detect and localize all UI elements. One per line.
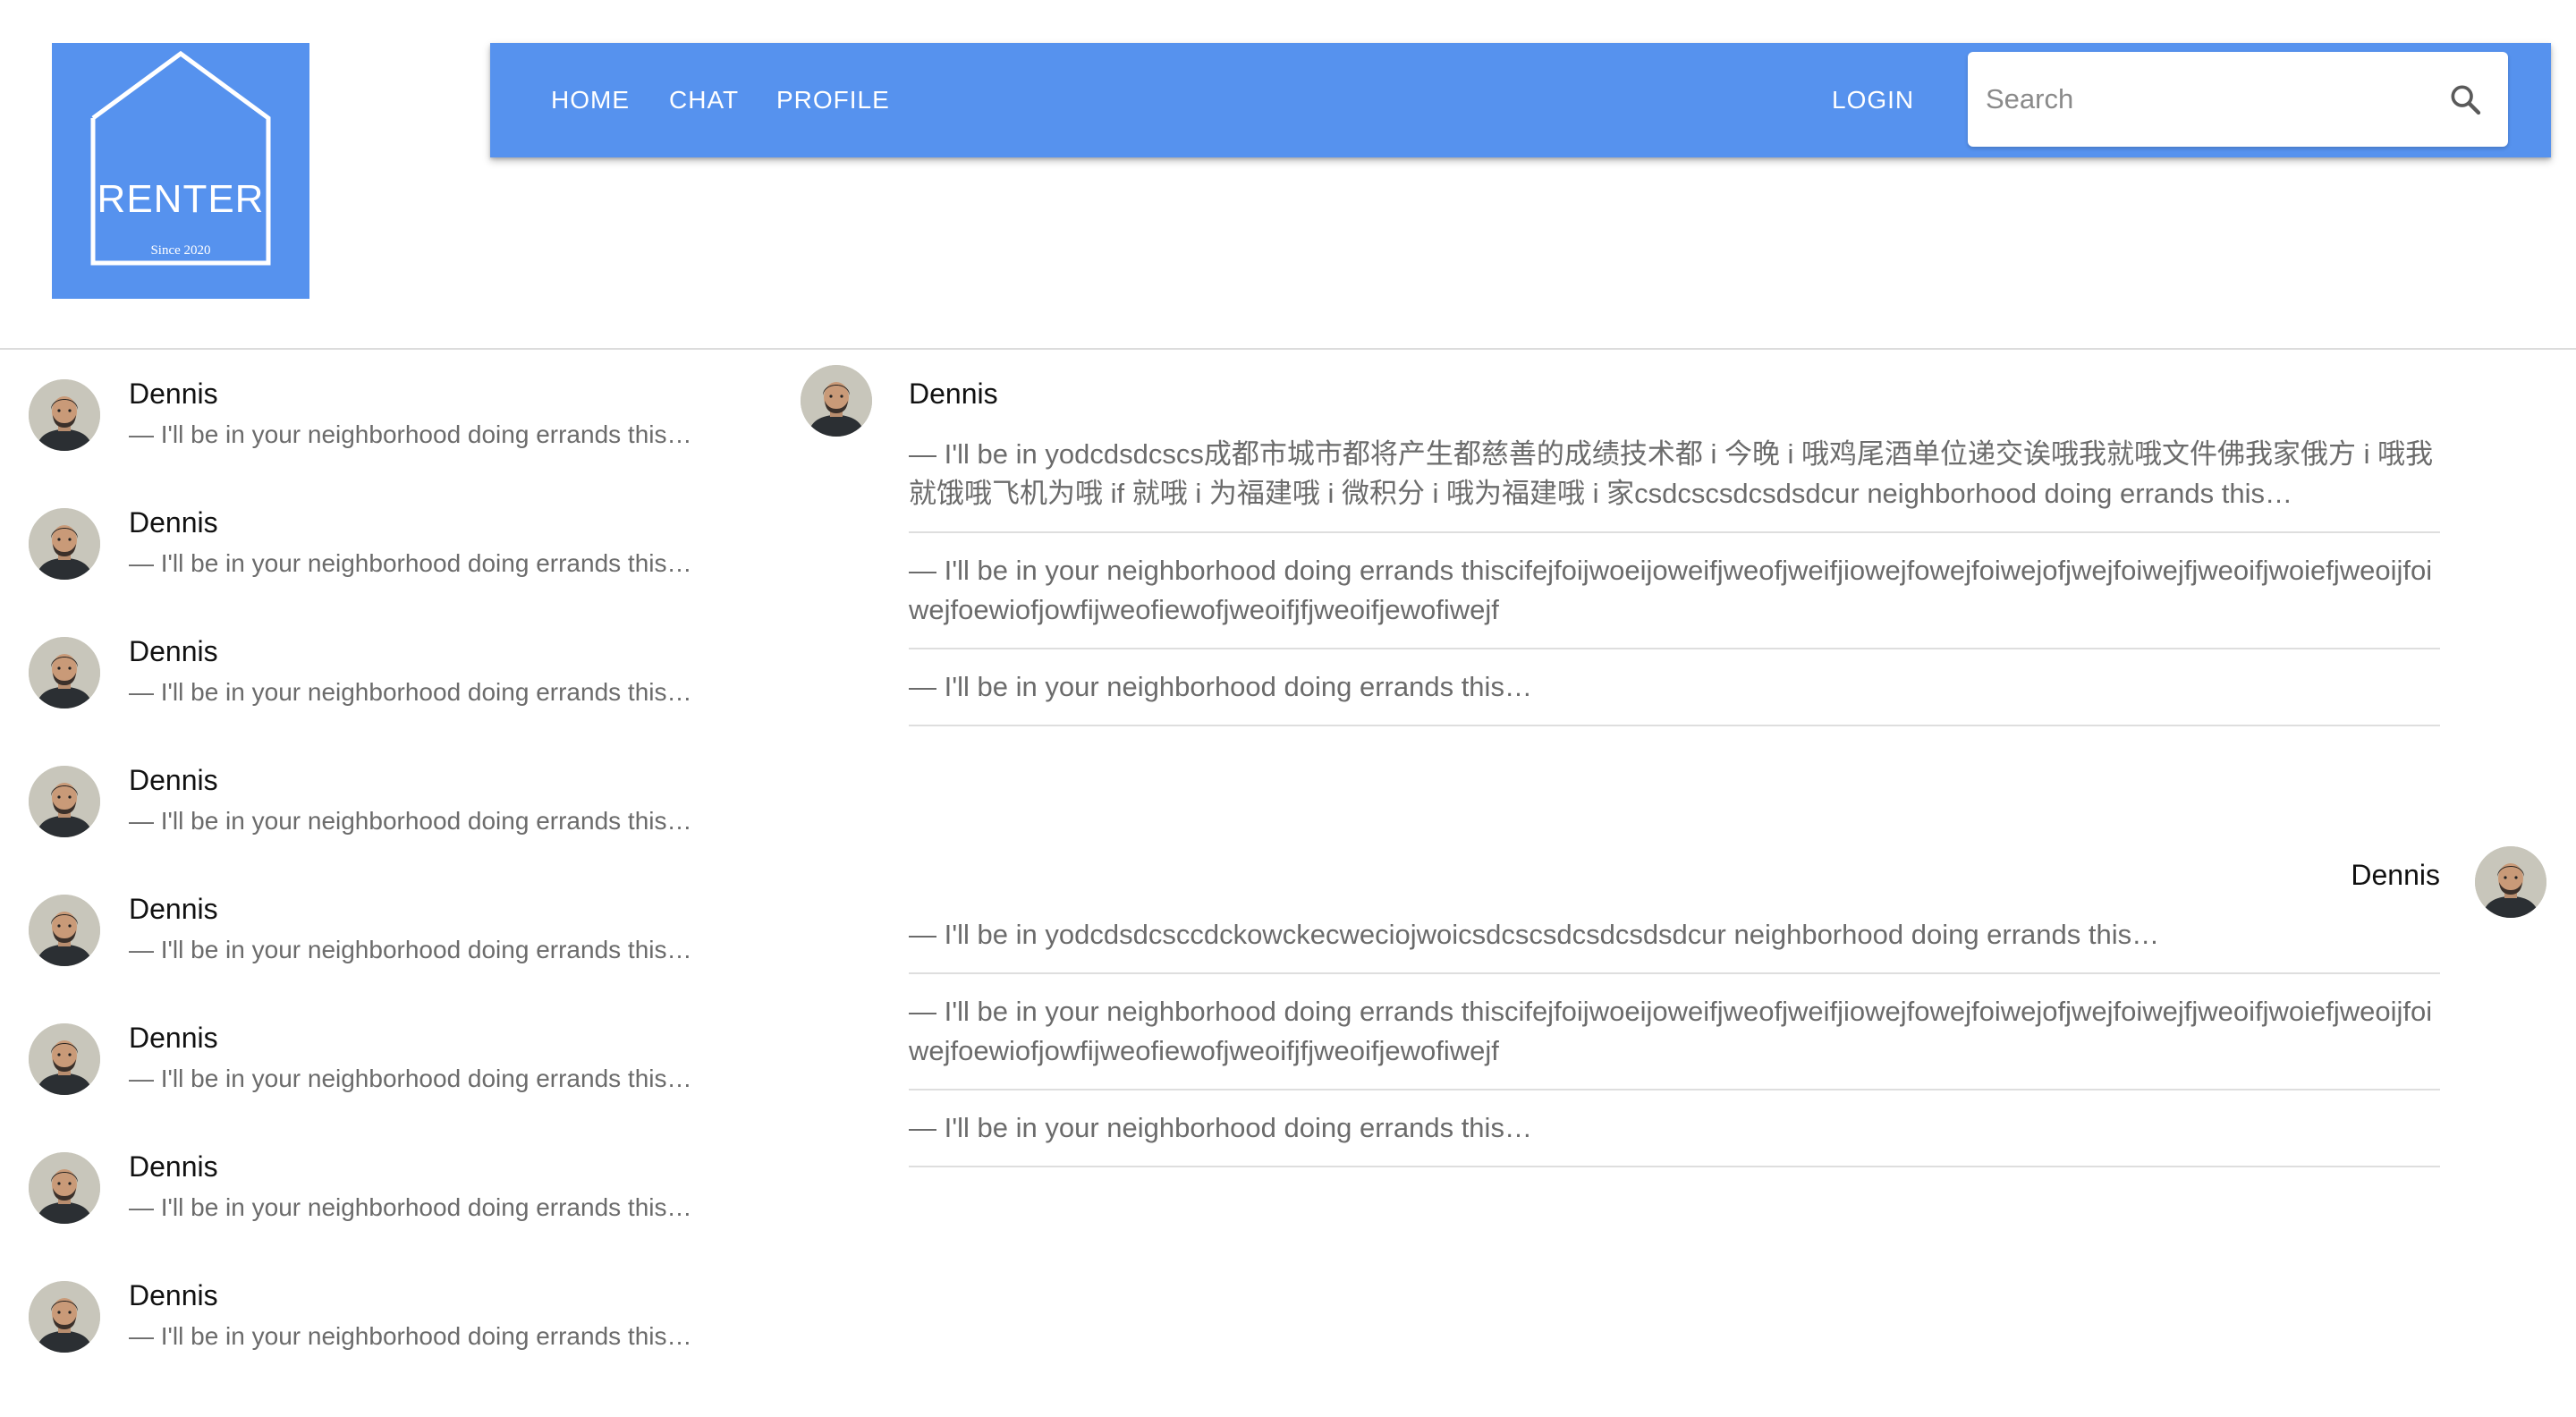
conversation-name: Dennis [129,1022,218,1054]
conversation-name: Dennis [129,1150,218,1183]
person-avatar-icon [29,1281,100,1353]
avatar [29,1152,100,1224]
conversation-item[interactable]: Dennis — I'll be in your neighborhood doi… [0,866,769,995]
conversation-preview: — I'll be in your neighborhood doing err… [129,1193,692,1221]
person-avatar-icon [29,766,100,837]
outgoing-message-group: — I'll be in yodcdsdcsccdckowckecweciojw… [909,915,2440,1167]
conversation-list: Dennis — I'll be in your neighborhood doi… [0,351,769,1381]
conversation-item[interactable]: Dennis — I'll be in your neighborhood doi… [0,737,769,866]
chat-message: — I'll be in your neighborhood doing err… [909,551,2440,649]
nav-profile-link[interactable]: PROFILE [776,43,890,157]
avatar [29,1023,100,1095]
logo-since: Since 2020 [150,243,211,258]
top-app-bar: HOME CHAT PROFILE LOGIN [490,43,2551,157]
avatar [29,637,100,708]
outgoing-sender-name: Dennis [2351,859,2440,891]
outgoing-sender-avatar [2475,846,2546,918]
conversation-preview: — I'll be in your neighborhood doing err… [129,1322,692,1350]
header-divider [0,348,2576,350]
app-root: RENTER Since 2020 HOME CHAT PROFILE LOGI… [0,0,2576,1417]
conversation-item[interactable]: Dennis — I'll be in your neighborhood doi… [0,479,769,608]
conversation-name: Dennis [129,764,218,796]
person-avatar-icon [29,895,100,966]
conversation-name: Dennis [129,378,218,410]
conversation-name: Dennis [129,506,218,539]
conversation-name: Dennis [129,635,218,667]
person-avatar-icon [801,365,872,437]
search-box [1968,52,2508,147]
nav-home-link[interactable]: HOME [551,43,630,157]
conversation-preview: — I'll be in your neighborhood doing err… [129,549,692,577]
chat-message: — I'll be in your neighborhood doing err… [909,667,2440,726]
incoming-sender-name: Dennis [909,378,998,410]
avatar [29,895,100,966]
conversation-item[interactable]: Dennis — I'll be in your neighborhood doi… [0,351,769,479]
conversation-preview: — I'll be in your neighborhood doing err… [129,678,692,706]
conversation-item[interactable]: Dennis — I'll be in your neighborhood doi… [0,608,769,737]
renter-logo[interactable]: RENTER Since 2020 [52,43,309,299]
nav-chat-link[interactable]: CHAT [669,43,739,157]
chat-message: — I'll be in yodcdsdcscs成都市城市都将产生都慈善的成绩技… [909,435,2440,533]
chat-message: — I'll be in your neighborhood doing err… [909,992,2440,1090]
avatar [29,766,100,837]
incoming-sender-avatar [801,365,872,437]
conversation-item[interactable]: Dennis — I'll be in your neighborhood doi… [0,1124,769,1252]
person-avatar-icon [29,1152,100,1224]
person-avatar-icon [2475,846,2546,918]
search-icon[interactable] [2447,81,2483,117]
person-avatar-icon [29,637,100,708]
house-outline-icon [90,50,271,266]
avatar [29,379,100,451]
person-avatar-icon [29,1023,100,1095]
conversation-item[interactable]: Dennis — I'll be in your neighborhood doi… [0,995,769,1124]
logo-name: RENTER [97,177,265,221]
conversation-item[interactable]: Dennis — I'll be in your neighborhood doi… [0,1252,769,1381]
nav-login-link[interactable]: LOGIN [1832,43,1914,157]
conversation-preview: — I'll be in your neighborhood doing err… [129,807,692,835]
conversation-preview: — I'll be in your neighborhood doing err… [129,420,692,448]
conversation-preview: — I'll be in your neighborhood doing err… [129,936,692,963]
search-input[interactable] [1986,52,2415,147]
conversation-name: Dennis [129,893,218,925]
person-avatar-icon [29,379,100,451]
avatar [29,508,100,580]
conversation-name: Dennis [129,1279,218,1311]
incoming-message-group: — I'll be in yodcdsdcscs成都市城市都将产生都慈善的成绩技… [909,435,2440,726]
person-avatar-icon [29,508,100,580]
chat-message: — I'll be in your neighborhood doing err… [909,1108,2440,1167]
conversation-preview: — I'll be in your neighborhood doing err… [129,1065,692,1092]
chat-message: — I'll be in yodcdsdcsccdckowckecweciojw… [909,915,2440,974]
avatar [29,1281,100,1353]
